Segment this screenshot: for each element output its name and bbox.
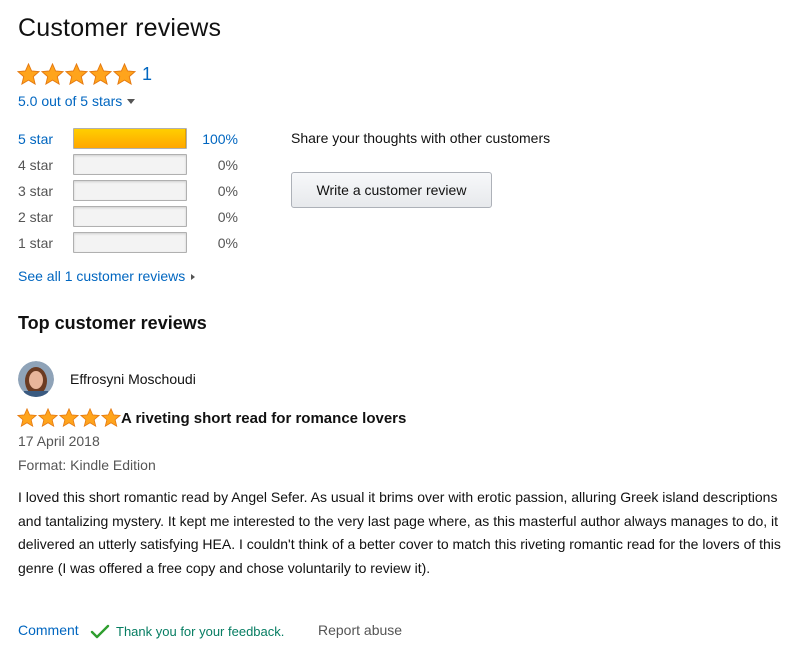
review-body: I loved this short romantic read by Ange… [18,489,781,576]
review-format: Format: Kindle Edition [18,457,156,473]
star-icon [41,63,64,85]
star-icon [113,63,136,85]
write-review-button[interactable]: Write a customer review [291,172,492,208]
histogram-percent[interactable]: 100% [188,131,238,147]
star-icon [17,63,40,85]
histogram-bar [73,232,187,253]
histogram-label: 3 star [18,183,54,199]
star-icon [38,408,58,427]
star-icon [80,408,100,427]
histogram-row-2-star: 2 star 0% [18,206,248,228]
histogram-percent: 0% [217,183,238,199]
histogram-row-3-star: 3 star 0% [18,180,248,202]
see-all-reviews-label: See all 1 customer reviews [18,268,186,284]
star-icon [65,63,88,85]
histogram-bar[interactable] [73,128,187,149]
review-star-rating[interactable] [17,408,121,427]
overall-star-rating[interactable] [17,63,136,85]
histogram-bar [73,180,187,201]
histogram-label: 2 star [18,209,54,225]
histogram-row-1-star: 1 star 0% [18,232,248,254]
histogram-bar [73,206,187,227]
feedback-confirmation: Thank you for your feedback. [116,624,285,639]
reviewer-name[interactable]: Effrosyni Moschoudi [70,371,196,387]
check-icon [90,624,110,645]
histogram-fill [74,129,186,148]
comment-link[interactable]: Comment [18,622,79,638]
histogram-row-5-star[interactable]: 5 star 100% [18,128,248,150]
histogram-label: 1 star [18,235,54,251]
caret-down-icon [127,99,136,104]
avatar[interactable] [18,361,54,397]
page-title: Customer reviews [18,14,222,42]
average-rating-dropdown[interactable]: 5.0 out of 5 stars [18,93,136,109]
histogram-percent: 0% [217,235,238,251]
review-date: 17 April 2018 [18,433,100,449]
star-icon [89,63,112,85]
histogram-bar [73,154,187,175]
histogram-label[interactable]: 5 star [18,131,53,147]
star-icon [17,408,37,427]
histogram-percent: 0% [217,157,238,173]
star-icon [101,408,121,427]
see-all-reviews-link[interactable]: See all 1 customer reviews [18,268,196,284]
star-icon [59,408,79,427]
review-count-link[interactable]: 1 [142,64,152,85]
top-reviews-heading: Top customer reviews [18,313,207,333]
histogram-percent: 0% [217,209,238,225]
average-rating-text: 5.0 out of 5 stars [18,93,123,109]
caret-right-icon [191,274,196,280]
report-abuse-link[interactable]: Report abuse [318,622,402,638]
histogram-label: 4 star [18,157,54,173]
review-title[interactable]: A riveting short read for romance lovers [121,410,406,427]
histogram-row-4-star: 4 star 0% [18,154,248,176]
share-prompt: Share your thoughts with other customers [291,130,551,146]
